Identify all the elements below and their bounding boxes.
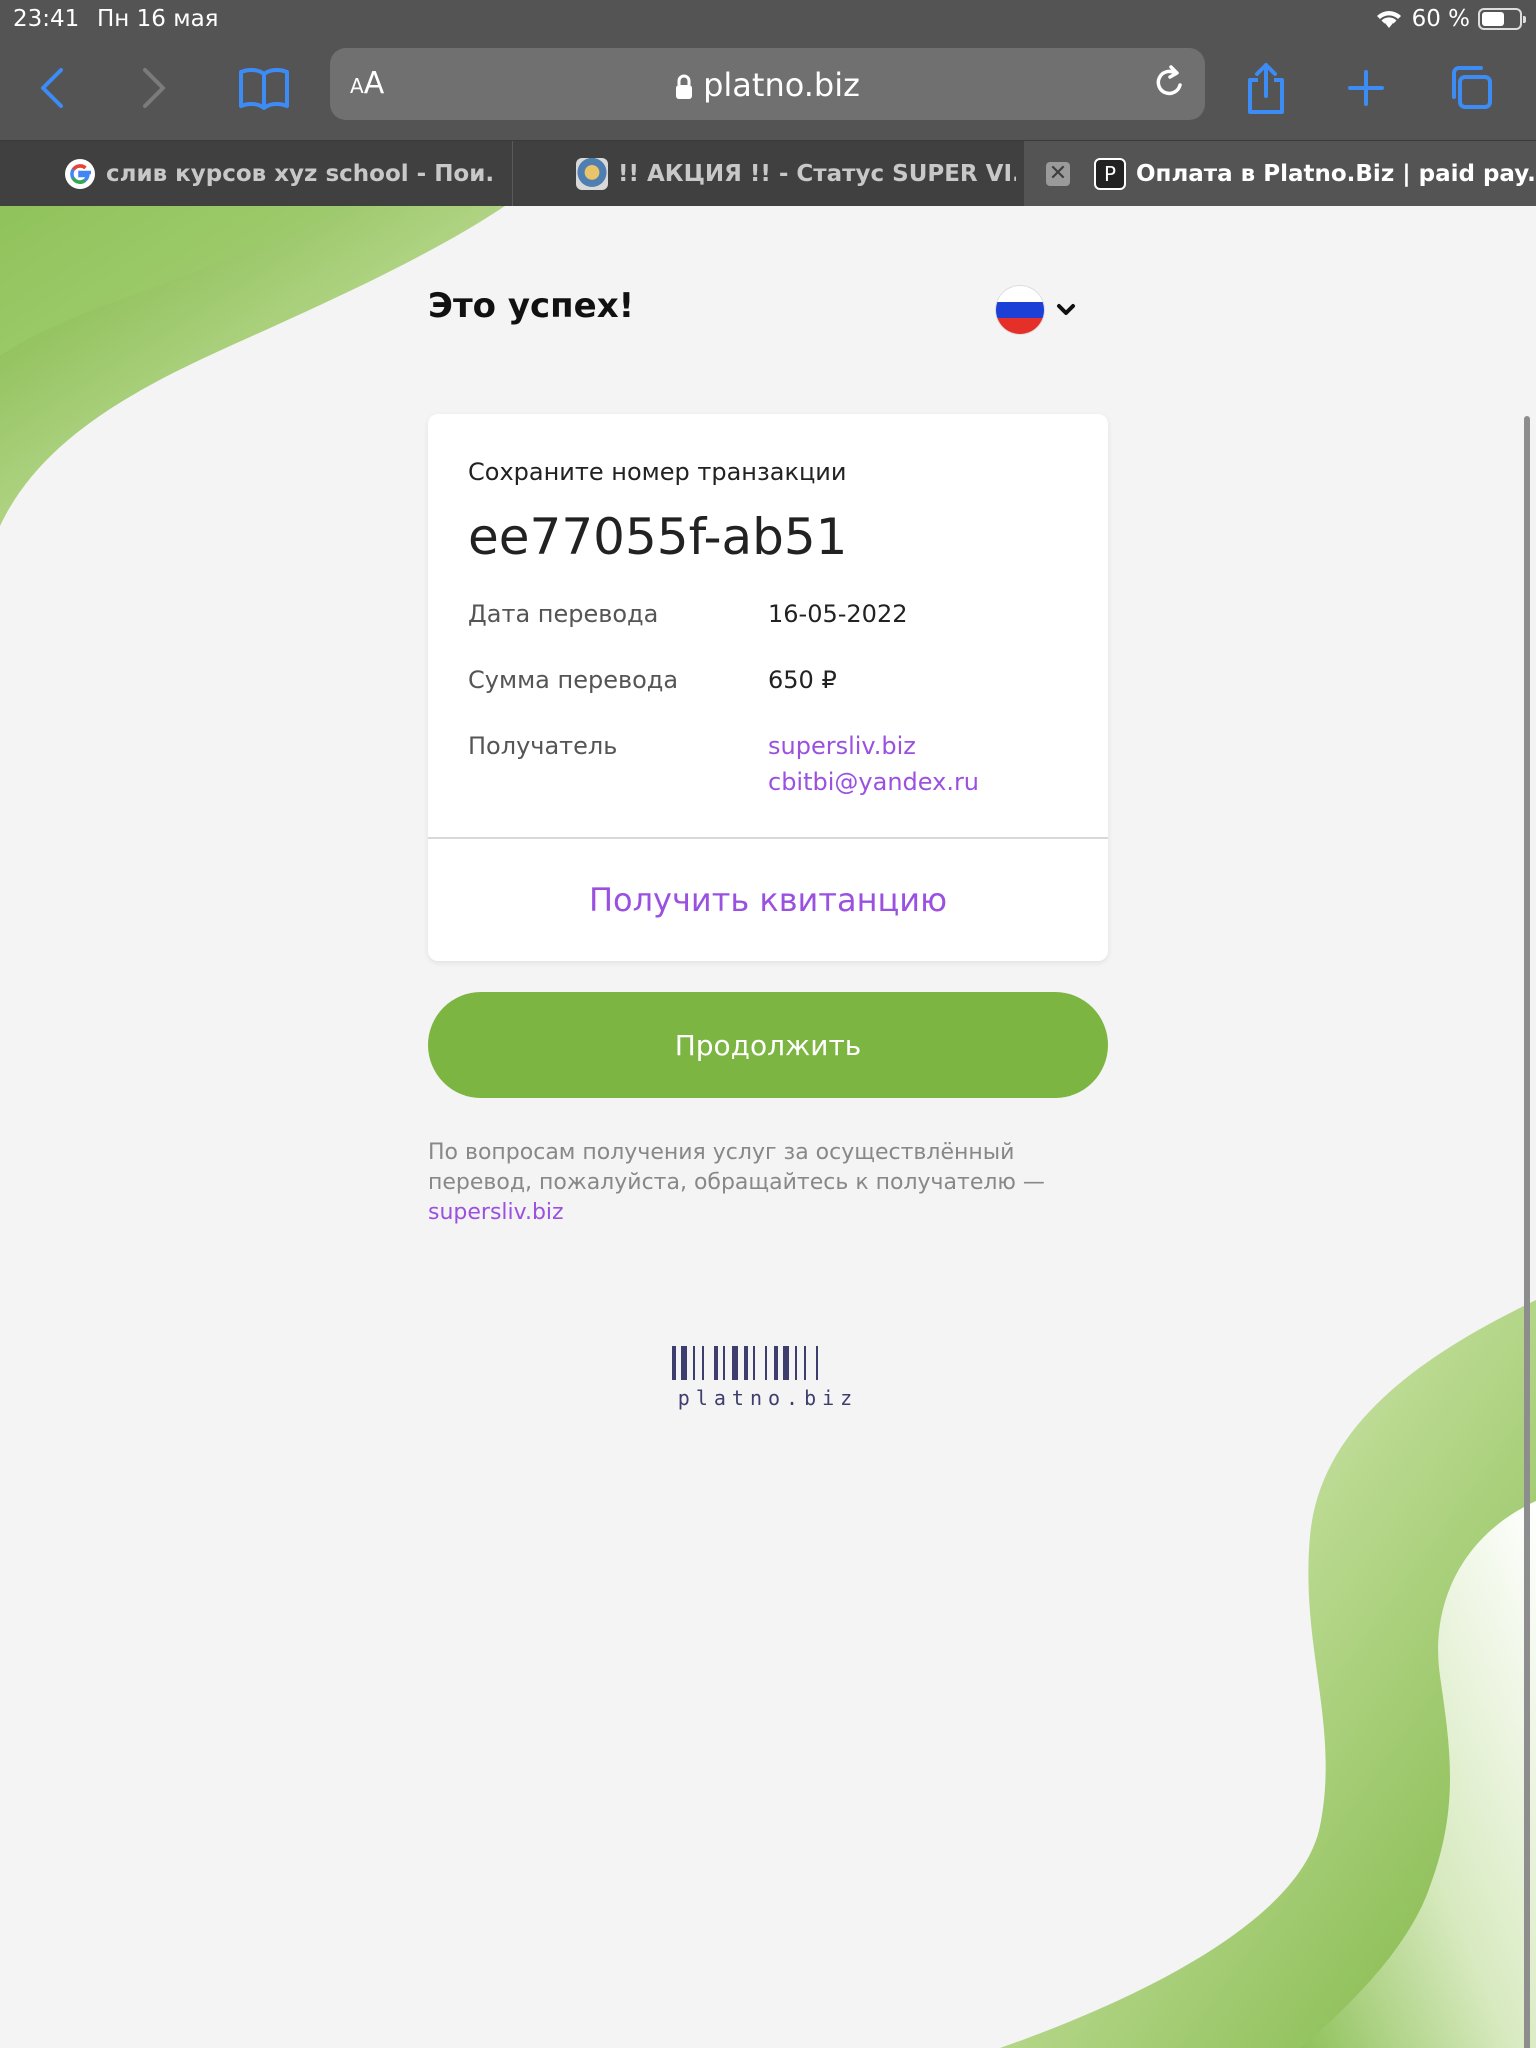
chevron-right-icon <box>143 68 165 108</box>
barcode-bar <box>753 1346 755 1380</box>
platno-favicon: P <box>1094 158 1126 190</box>
tab-divider <box>512 141 513 207</box>
barcode-bar <box>744 1346 748 1380</box>
tabs-icon <box>1452 66 1492 109</box>
barcode-bar <box>765 1346 767 1380</box>
barcode-icon <box>672 1346 818 1380</box>
site-favicon <box>576 158 608 190</box>
url-host: platno.biz <box>703 66 860 104</box>
google-icon <box>65 159 95 189</box>
amount-value: 650 ₽ <box>768 666 837 694</box>
transaction-id: ee77055f-ab51 <box>468 508 848 566</box>
tab-super-vip[interactable]: !! АКЦИЯ !! - Статус SUPER VI... <box>576 141 1016 207</box>
save-transaction-label: Сохраните номер транзакции <box>468 458 847 486</box>
tabs-overview-button[interactable] <box>1440 58 1500 118</box>
transaction-card: Сохраните номер транзакции ee77055f-ab51… <box>428 414 1108 961</box>
reload-icon[interactable] <box>1149 63 1189 103</box>
plus-icon <box>1348 70 1384 106</box>
tab-title: Оплата в Platno.Biz | paid pay... <box>1136 161 1536 187</box>
barcode-bar <box>732 1346 738 1380</box>
chevron-left-icon <box>41 68 63 108</box>
support-note-text: По вопросам получения услуг за осуществл… <box>428 1140 1045 1195</box>
barcode-bar <box>723 1346 725 1380</box>
page-scrollbar[interactable] <box>1524 416 1530 2048</box>
wifi-icon <box>1376 11 1401 28</box>
barcode-bar <box>804 1346 806 1380</box>
address-bar[interactable]: AA platno.biz <box>330 48 1205 120</box>
russia-flag-icon <box>996 286 1044 334</box>
chevron-down-icon <box>1057 304 1075 315</box>
status-bar: 23:41 Пн 16 мая 60 % <box>0 0 1536 40</box>
barcode-bar <box>795 1346 797 1380</box>
tab-title: слив курсов xyz school - Пои... <box>106 161 494 187</box>
battery-percent: 60 % <box>1411 6 1470 32</box>
continue-button[interactable]: Продолжить <box>428 992 1108 1098</box>
battery-icon <box>1478 8 1526 30</box>
share-button[interactable] <box>1236 58 1296 118</box>
recipient-label: Получатель <box>468 732 618 760</box>
support-note: По вопросам получения услуг за осуществл… <box>428 1138 1068 1228</box>
tab-title: !! АКЦИЯ !! - Статус SUPER VI... <box>618 161 1016 187</box>
amount-label: Сумма перевода <box>468 666 679 694</box>
barcode-bar <box>774 1346 778 1380</box>
barcode-bar <box>702 1346 704 1380</box>
url-display[interactable]: platno.biz <box>330 66 1205 104</box>
page-content: Это успех! Сохраните номер транзакции ee… <box>0 206 1536 2048</box>
page-title: Это успех! <box>428 286 635 326</box>
barcode-bar <box>816 1346 818 1380</box>
tab-bar: слив курсов xyz school - Пои... !! АКЦИЯ… <box>0 140 1536 207</box>
lock-icon <box>676 74 693 99</box>
share-icon <box>1248 63 1284 114</box>
recipient-site-link[interactable]: supersliv.biz <box>768 732 916 760</box>
back-button[interactable] <box>22 58 82 118</box>
bookmarks-button[interactable] <box>234 58 294 118</box>
barcode-bar <box>672 1346 676 1380</box>
close-tab-icon[interactable]: ✕ <box>1046 162 1070 186</box>
date-label: Дата перевода <box>468 600 659 628</box>
new-tab-button[interactable] <box>1336 58 1396 118</box>
tab-platno-active[interactable]: ✕ P Оплата в Platno.Biz | paid pay... <box>1024 141 1536 207</box>
barcode-bar <box>714 1346 718 1380</box>
logo-text: platno.biz <box>677 1386 859 1410</box>
forward-button[interactable] <box>124 58 184 118</box>
browser-toolbar: AA platno.biz <box>0 40 1536 140</box>
tab-google-search[interactable]: слив курсов xyz school - Пои... <box>64 141 494 207</box>
get-receipt-button[interactable]: Получить квитанцию <box>428 839 1108 961</box>
status-time: 23:41 <box>13 6 80 32</box>
book-icon <box>239 67 289 110</box>
barcode-bar <box>681 1346 687 1380</box>
barcode-bar <box>693 1346 695 1380</box>
language-selector[interactable] <box>996 286 1076 334</box>
recipient-email-link[interactable]: cbitbi@yandex.ru <box>768 768 979 796</box>
status-date: Пн 16 мая <box>97 6 219 32</box>
status-right: 60 % <box>1374 6 1526 32</box>
date-value: 16-05-2022 <box>768 600 908 628</box>
barcode-bar <box>783 1346 789 1380</box>
platno-logo: platno.biz <box>672 1346 864 1410</box>
support-note-link[interactable]: supersliv.biz <box>428 1200 564 1225</box>
